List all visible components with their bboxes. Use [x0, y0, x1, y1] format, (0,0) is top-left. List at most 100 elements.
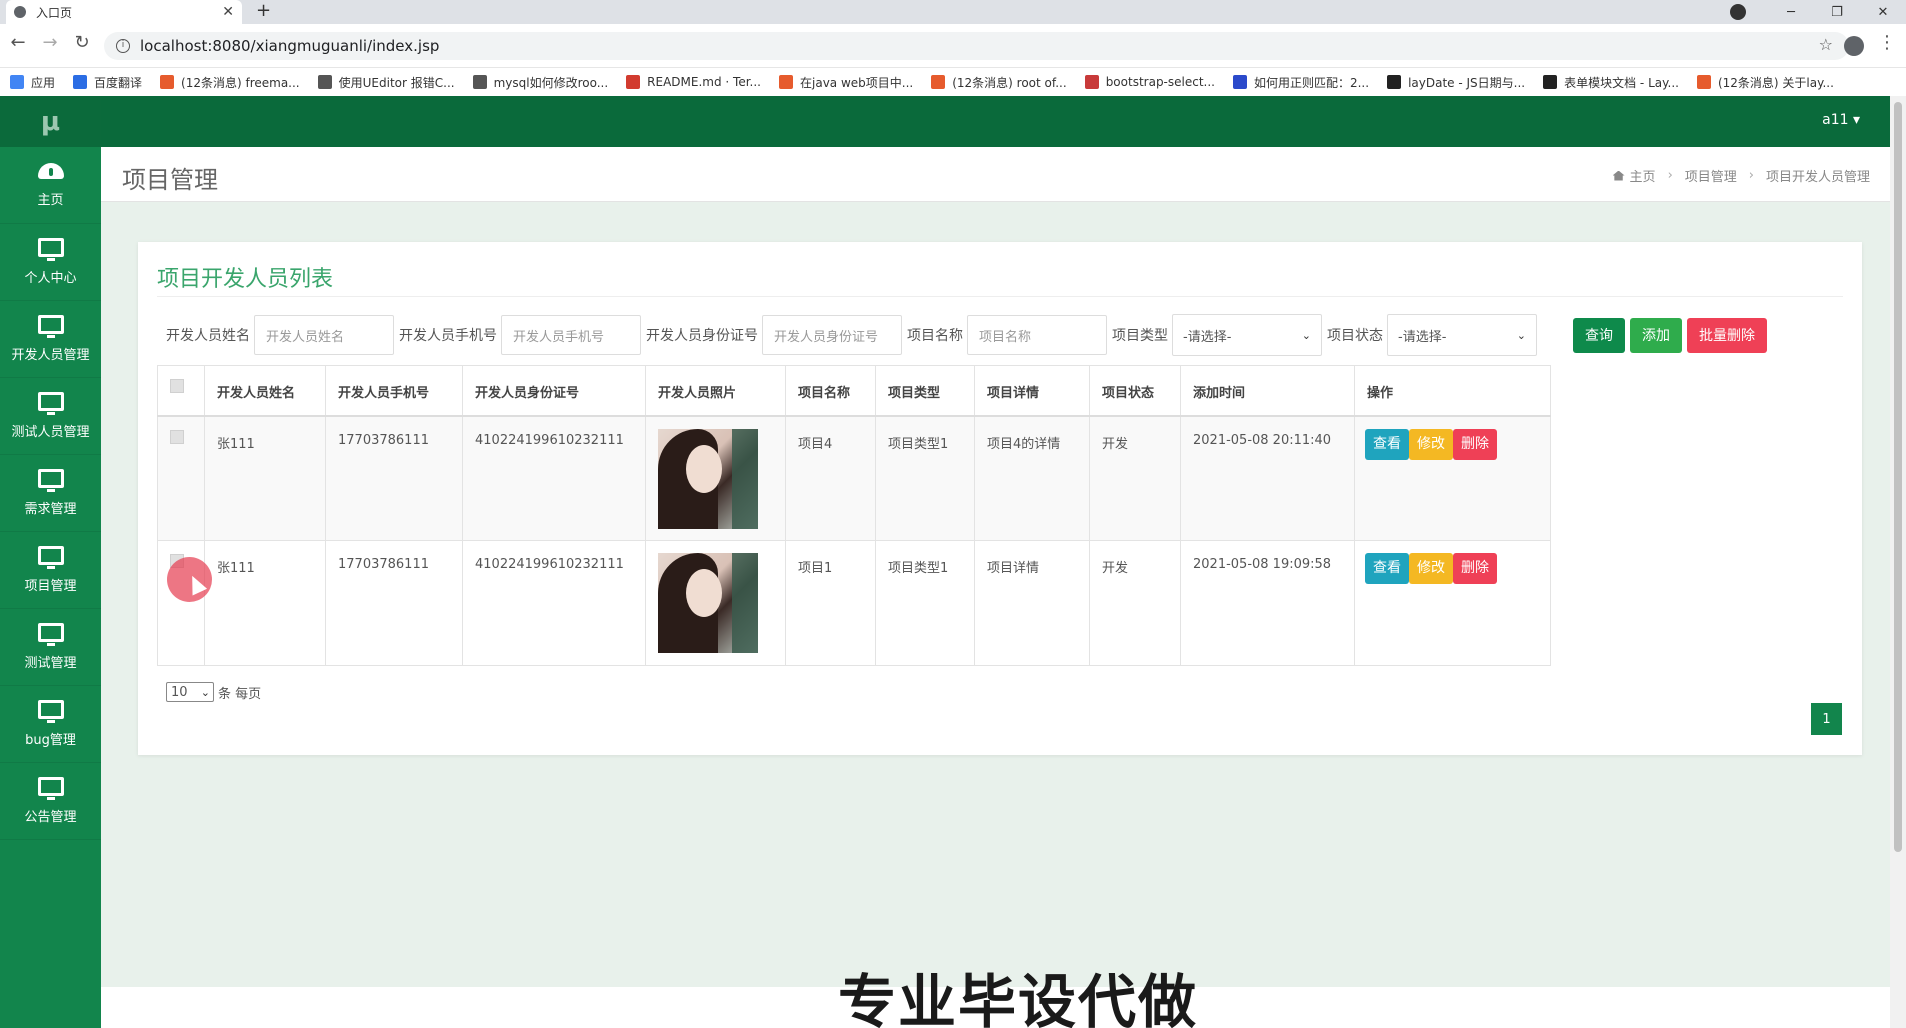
- batch-delete-button[interactable]: 批量删除: [1687, 317, 1767, 353]
- delete-button[interactable]: 删除: [1453, 428, 1497, 460]
- bookmark-item[interactable]: mysql如何修改roo...: [472, 74, 608, 91]
- sidebar-item[interactable]: 测试管理: [0, 609, 101, 686]
- info-icon[interactable]: i: [116, 39, 130, 53]
- forward-icon[interactable]: →: [38, 32, 62, 53]
- edit-button[interactable]: 修改: [1409, 428, 1453, 460]
- kebab-menu-icon[interactable]: ⋮: [1878, 32, 1896, 53]
- project-filter-label: 项目名称: [907, 328, 963, 344]
- app-logo[interactable]: μ: [0, 96, 101, 147]
- view-button[interactable]: 查看: [1365, 428, 1409, 460]
- breadcrumb-home[interactable]: 主页: [1630, 166, 1656, 185]
- phone-filter-input[interactable]: 开发人员手机号: [501, 315, 641, 355]
- new-tab-button[interactable]: +: [256, 0, 271, 24]
- status-filter-select[interactable]: -请选择- ⌄: [1387, 314, 1537, 356]
- sidebar-item[interactable]: 开发人员管理: [0, 301, 101, 378]
- cell-name: 张111: [204, 415, 326, 541]
- bookmark-favicon-icon: [472, 75, 487, 89]
- bookmark-label: bootstrap-select...: [1105, 75, 1215, 89]
- url-field[interactable]: i localhost:8080/xiangmuguanli/index.jsp…: [104, 32, 1849, 60]
- bookmark-favicon-icon: [931, 75, 946, 89]
- bookmark-item[interactable]: layDate - JS日期与...: [1387, 74, 1525, 91]
- select-all-checkbox[interactable]: [170, 379, 184, 393]
- sidebar: μ 主页个人中心开发人员管理 测试人员管理 需求管理 项目管理测试管理 bug管理公告管…: [0, 96, 101, 1028]
- status-select-value: -请选择-: [1398, 329, 1447, 345]
- developer-list-panel: 项目开发人员列表 开发人员姓名 开发人员姓名 开发人员手机号 开发人员手机号 开…: [138, 242, 1862, 755]
- bookmark-favicon-icon: [1232, 75, 1247, 89]
- bookmark-item[interactable]: 如何用正则匹配：2...: [1232, 74, 1370, 91]
- profile-icon[interactable]: [1844, 36, 1864, 56]
- project-filter-input[interactable]: 项目名称: [967, 315, 1107, 355]
- sidebar-item[interactable]: 主页: [0, 147, 101, 224]
- cell-project: 项目1: [785, 540, 876, 666]
- bookmark-item[interactable]: bootstrap-select...: [1084, 75, 1215, 89]
- bookmark-item[interactable]: 表单模块文档 - Lay...: [1543, 74, 1679, 91]
- name-filter-input[interactable]: 开发人员姓名: [254, 315, 394, 355]
- sidebar-item[interactable]: 个人中心: [0, 224, 101, 301]
- photo-cell: [645, 415, 786, 541]
- tab-search-icon[interactable]: [1730, 4, 1746, 20]
- chevron-down-icon: ⌄: [200, 685, 210, 699]
- home-icon: [1612, 170, 1625, 181]
- monitor-icon: [37, 469, 64, 492]
- sidebar-item[interactable]: bug管理: [0, 686, 101, 763]
- monitor-icon: [37, 546, 64, 569]
- query-button[interactable]: 查询: [1573, 317, 1625, 353]
- bookmark-item[interactable]: (12条消息) root of...: [931, 74, 1067, 91]
- edit-button[interactable]: 修改: [1409, 553, 1453, 584]
- bookmark-favicon-icon: [1696, 75, 1711, 89]
- table-row: 张111 17703786111 410224199610232111 项目1 项目类型…: [157, 540, 1551, 666]
- page-scrollbar[interactable]: [1890, 96, 1906, 1028]
- scroll-thumb[interactable]: [1894, 102, 1902, 852]
- bookmark-favicon-icon: [1387, 75, 1402, 89]
- sidebar-item[interactable]: 项目管理: [0, 532, 101, 609]
- sidebar-item[interactable]: 公告管理: [0, 763, 101, 840]
- chevron-right-icon: ›: [1667, 168, 1673, 183]
- reload-icon[interactable]: ↻: [70, 32, 94, 53]
- photo-cell: [645, 540, 786, 666]
- cell-project: 项目4: [785, 415, 876, 541]
- pagination-page-1[interactable]: 1: [1811, 703, 1842, 735]
- name-filter-label: 开发人员姓名: [166, 328, 250, 344]
- bookmark-label: (12条消息) 关于lay...: [1717, 75, 1834, 90]
- bookmark-star-icon[interactable]: ☆: [1819, 35, 1833, 54]
- close-window-button[interactable]: ✕: [1860, 5, 1906, 20]
- page-title: 项目管理: [122, 166, 218, 194]
- add-button[interactable]: 添加: [1630, 317, 1682, 353]
- browser-tab[interactable]: 入口页 ✕: [6, 0, 242, 24]
- page-size-control: 10 ⌄ 条 每页: [166, 682, 261, 702]
- back-icon[interactable]: ←: [6, 32, 30, 53]
- bookmark-item[interactable]: 应用: [10, 74, 55, 91]
- developer-table: 开发人员姓名 开发人员手机号 开发人员身份证号 开发人员照片 项目名称 项目类型 项目详情项…: [157, 365, 1551, 666]
- bookmark-item[interactable]: README.md · Ter...: [626, 75, 761, 89]
- id-filter-input[interactable]: 开发人员身份证号: [762, 315, 902, 355]
- bookmark-item[interactable]: 百度翻译: [73, 74, 142, 91]
- photo-plant: [732, 553, 758, 653]
- row-checkbox[interactable]: [170, 429, 184, 444]
- type-filter-label: 项目类型: [1112, 328, 1168, 344]
- user-menu[interactable]: a11 ▾: [1822, 112, 1860, 128]
- minimize-button[interactable]: ─: [1768, 5, 1814, 20]
- sidebar-item[interactable]: 测试人员管理: [0, 378, 101, 455]
- page-size-select[interactable]: 10 ⌄: [166, 682, 214, 702]
- bookmark-item[interactable]: 使用UEditor 报错C...: [317, 74, 455, 91]
- bookmark-label: layDate - JS日期与...: [1408, 75, 1526, 90]
- photo-plant: [732, 428, 758, 529]
- bookmark-item[interactable]: (12条消息) 关于lay...: [1696, 74, 1834, 91]
- close-icon[interactable]: ✕: [222, 4, 234, 20]
- bookmark-label: 如何用正则匹配：2...: [1253, 75, 1370, 90]
- delete-button[interactable]: 删除: [1453, 553, 1497, 584]
- sidebar-item-label: 公告管理: [24, 810, 77, 825]
- breadcrumb-project[interactable]: 项目管理: [1685, 166, 1737, 185]
- view-button[interactable]: 查看: [1365, 553, 1409, 584]
- bookmark-item[interactable]: (12条消息) freema...: [160, 74, 300, 91]
- sidebar-item-label: 个人中心: [24, 271, 77, 286]
- bookmark-item[interactable]: 在java web项目中...: [779, 74, 913, 91]
- sidebar-item-label: 测试管理: [24, 656, 77, 671]
- page-size-suffix: 条 每页: [218, 686, 262, 702]
- restore-button[interactable]: ❐: [1814, 5, 1860, 20]
- type-filter-select[interactable]: -请选择- ⌄: [1172, 314, 1322, 356]
- breadcrumb: 主页 › 项目管理 › 项目开发人员管理: [1612, 166, 1870, 185]
- status-filter-label: 项目状态: [1327, 328, 1383, 344]
- bookmark-favicon-icon: [626, 75, 641, 89]
- sidebar-item[interactable]: 需求管理: [0, 455, 101, 532]
